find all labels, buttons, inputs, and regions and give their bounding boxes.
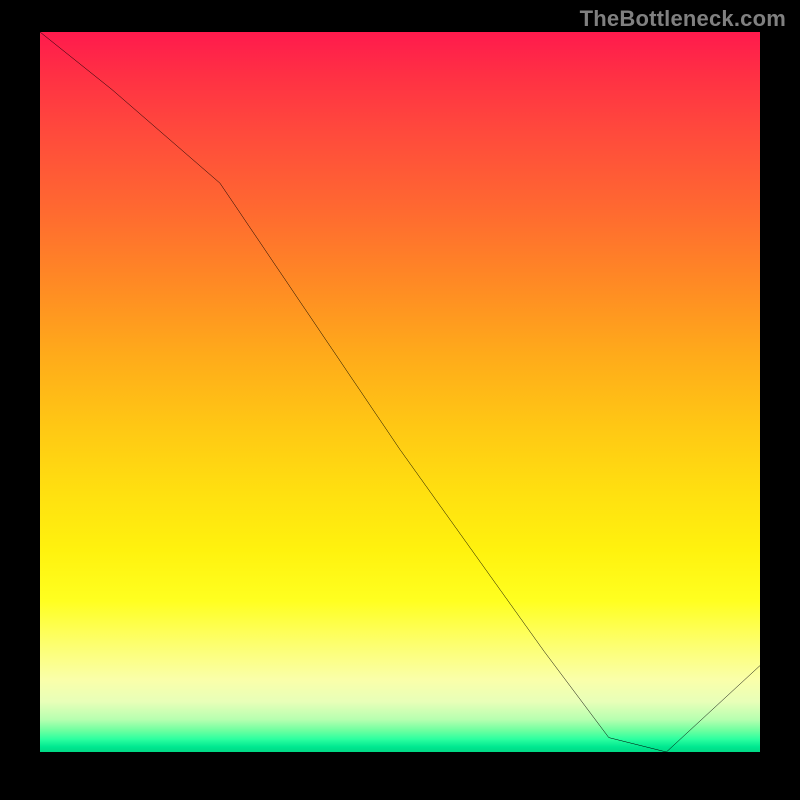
plot-area	[40, 32, 760, 752]
bottleneck-curve	[40, 32, 760, 752]
chart-stage: TheBottleneck.com	[0, 0, 800, 800]
curve-svg	[40, 32, 760, 752]
watermark-text: TheBottleneck.com	[580, 6, 786, 32]
